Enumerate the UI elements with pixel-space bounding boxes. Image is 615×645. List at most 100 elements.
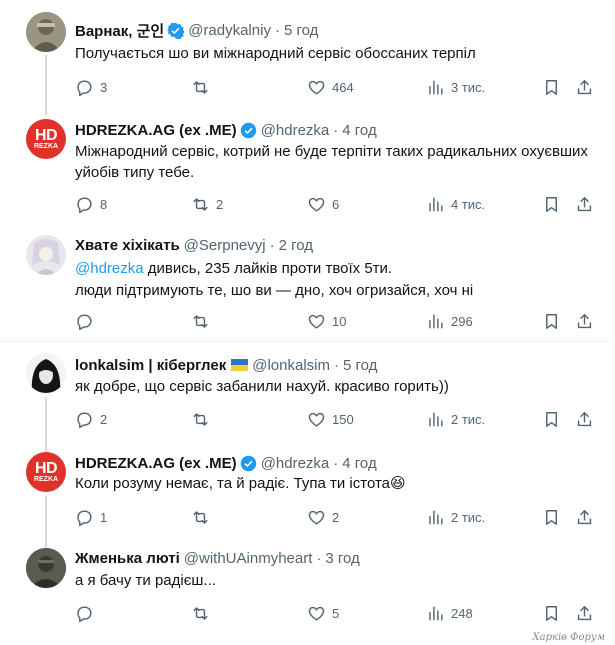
like-button[interactable]: 6 — [307, 194, 339, 214]
heart-icon — [308, 314, 325, 329]
views-button[interactable]: 4 тис. — [426, 194, 485, 214]
tweet-item[interactable]: HD REZKA HDREZKA.AG (ex .ME) @hdrezka · … — [0, 443, 612, 548]
bookmark-button[interactable] — [542, 194, 561, 214]
reply-icon — [77, 509, 92, 526]
forum-watermark: Харків Форум — [532, 632, 605, 643]
tweet-text: а я бачу ти радієш... — [75, 571, 600, 591]
bookmark-button[interactable] — [542, 603, 561, 623]
avatar[interactable] — [26, 235, 66, 275]
tweet-item[interactable]: HD REZKA HDREZKA.AG (ex .ME) @hdrezka · … — [0, 108, 612, 223]
tweet-text-line: а я бачу ти радієш... — [75, 572, 216, 589]
author-name[interactable]: Варнак, 군인 — [75, 20, 164, 41]
like-button[interactable]: 150 — [307, 409, 354, 429]
views-button[interactable]: 296 — [426, 311, 473, 331]
like-button[interactable]: 464 — [307, 77, 354, 97]
share-button[interactable] — [575, 507, 594, 527]
like-button[interactable]: 2 — [307, 507, 339, 527]
reply-icon — [77, 79, 92, 96]
author-handle[interactable]: @lonkalsim — [252, 357, 330, 374]
tweet-item[interactable]: Жменька люті @withUAinmyheart · 3 год а … — [0, 540, 612, 645]
logo-subtext: REZKA — [33, 475, 59, 483]
tweet-item[interactable]: Хвате хіхікать @Serpnevyj · 2 год @hdrez… — [0, 223, 612, 341]
timestamp[interactable]: 5 год — [284, 22, 318, 39]
separator-dot: · — [274, 21, 280, 39]
like-button[interactable]: 5 — [307, 603, 339, 623]
share-button[interactable] — [575, 77, 594, 97]
reply-button[interactable]: 8 — [75, 194, 107, 214]
repost-button[interactable] — [191, 311, 216, 331]
avatar[interactable]: HD REZKA — [26, 452, 66, 492]
views-button[interactable]: 2 тис. — [426, 409, 485, 429]
author-name[interactable]: HDREZKA.AG (ex .ME) — [75, 455, 237, 472]
bookmark-button[interactable] — [542, 507, 561, 527]
bookmark-button[interactable] — [542, 409, 561, 429]
repost-icon — [193, 197, 208, 211]
tweet-item[interactable]: Варнак, 군인 @radykalniy · 5 год Получаєть… — [0, 0, 612, 115]
views-count: 4 тис. — [451, 196, 486, 212]
bookmark-button[interactable] — [542, 311, 561, 331]
logo-text: HD — [34, 459, 58, 477]
timestamp[interactable]: 3 год — [325, 550, 359, 567]
author-name[interactable]: Хвате хіхікать — [75, 237, 180, 254]
timestamp[interactable]: 4 год — [342, 455, 376, 472]
bookmark-button[interactable] — [542, 77, 561, 97]
author-name[interactable]: lonkalsim | кіберглек — [75, 357, 226, 374]
separator-dot: · — [333, 454, 339, 472]
like-count: 10 — [332, 313, 347, 329]
repost-icon — [193, 314, 208, 328]
views-button[interactable]: 3 тис. — [426, 77, 485, 97]
author-name[interactable]: Жменька люті — [75, 550, 180, 567]
share-button[interactable] — [575, 409, 594, 429]
share-button[interactable] — [575, 311, 594, 331]
hdrezka-logo: HD REZKA — [26, 119, 66, 159]
reply-button[interactable] — [75, 603, 100, 623]
share-button[interactable] — [575, 603, 594, 623]
reply-button[interactable]: 1 — [75, 507, 107, 527]
repost-button[interactable]: 2 — [191, 194, 223, 214]
author-handle[interactable]: @Serpnevyj — [184, 237, 266, 254]
ukraine-flag-icon — [231, 359, 249, 371]
timestamp[interactable]: 2 год — [279, 237, 313, 254]
tweet-text-line: @hdrezka дивись, 235 лайків проти твоїх … — [75, 258, 600, 280]
repost-button[interactable] — [191, 603, 216, 623]
reply-button[interactable] — [75, 311, 100, 331]
author-name[interactable]: HDREZKA.AG (ex .ME) — [75, 122, 237, 139]
share-icon — [577, 313, 592, 328]
tweet-text: @hdrezka дивись, 235 лайків проти твоїх … — [75, 258, 600, 302]
views-chart-icon — [429, 605, 443, 621]
verified-badge-icon — [167, 22, 185, 39]
like-count: 464 — [332, 79, 354, 95]
share-button[interactable] — [575, 194, 594, 214]
action-bar: 3 464 3 тис. — [75, 77, 600, 97]
like-count: 2 — [332, 509, 340, 525]
author-handle[interactable]: @radykalniy — [188, 22, 271, 39]
mention-link[interactable]: @hdrezka — [75, 260, 144, 277]
repost-button[interactable] — [191, 77, 216, 97]
author-handle[interactable]: @withUAinmyheart — [184, 550, 313, 567]
views-button[interactable]: 2 тис. — [426, 507, 485, 527]
avatar-soldier-image — [26, 548, 66, 588]
heart-icon — [308, 510, 325, 525]
author-handle[interactable]: @hdrezka — [261, 455, 330, 472]
views-button[interactable]: 248 — [426, 603, 473, 623]
bookmark-icon — [546, 411, 557, 427]
avatar[interactable] — [26, 353, 66, 393]
repost-icon — [193, 412, 208, 426]
avatar[interactable] — [26, 12, 66, 52]
avatar[interactable] — [26, 548, 66, 588]
reply-icon — [77, 313, 92, 330]
share-icon — [577, 509, 592, 524]
avatar-anime-image — [26, 235, 66, 275]
reply-button[interactable]: 3 — [75, 77, 107, 97]
like-button[interactable]: 10 — [307, 311, 346, 331]
tweet-item[interactable]: lonkalsim | кіберглек @lonkalsim · 5 год… — [0, 342, 612, 452]
views-count: 296 — [451, 313, 473, 329]
timestamp[interactable]: 5 год — [343, 357, 377, 374]
reply-button[interactable]: 2 — [75, 409, 107, 429]
author-handle[interactable]: @hdrezka — [261, 122, 330, 139]
repost-button[interactable] — [191, 409, 216, 429]
repost-button[interactable] — [191, 507, 216, 527]
action-bar: 5 248 — [75, 603, 600, 623]
avatar[interactable]: HD REZKA — [26, 119, 66, 159]
timestamp[interactable]: 4 год — [342, 122, 376, 139]
